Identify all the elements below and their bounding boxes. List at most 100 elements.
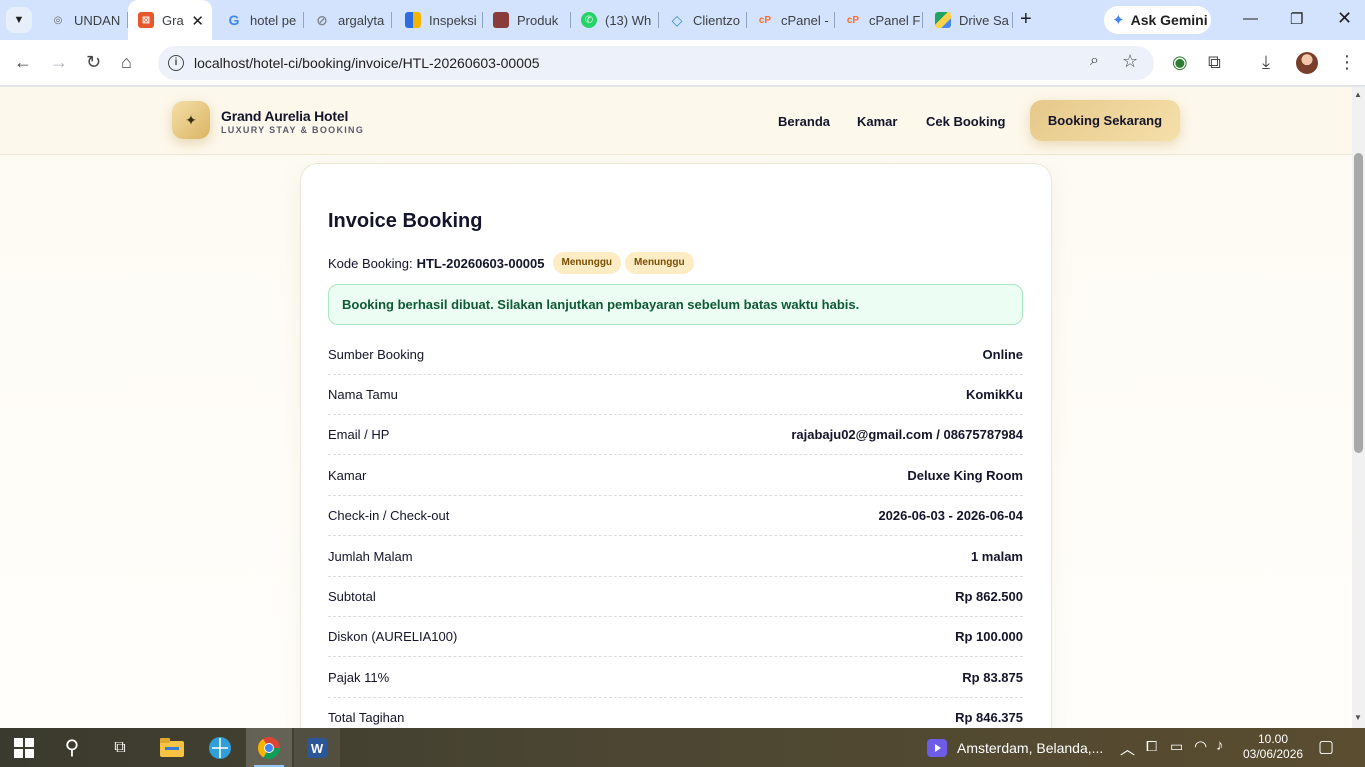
weather-location[interactable]: Amsterdam, Belanda,... (957, 740, 1103, 756)
tab-search-button[interactable]: ▼ (6, 7, 32, 33)
page-viewport: ✦ Grand Aurelia Hotel LUXURY STAY & BOOK… (0, 87, 1352, 728)
google-icon: G (228, 12, 240, 28)
search-icon[interactable]: ⚲ (48, 728, 96, 767)
tab-label: Drive Sa (959, 12, 1009, 28)
browser-tab-active[interactable]: ⊠ Gra ✕ (128, 0, 212, 40)
back-arrow-icon[interactable]: ← (14, 51, 32, 73)
browser-tab[interactable]: G hotel pe (216, 6, 304, 34)
meet-now-icon[interactable]: ⧠ (1146, 738, 1157, 755)
row-value: 1 malam (970, 549, 1023, 564)
battery-icon[interactable]: ▭ (1170, 738, 1183, 755)
clientzone-icon: ◇ (671, 11, 683, 28)
row-label: Subtotal (328, 589, 376, 604)
scroll-down-icon[interactable]: ▼ (1354, 713, 1362, 722)
reload-icon[interactable]: ↻ (86, 51, 101, 73)
invoice-row: Sumber Booking Online (328, 335, 1023, 375)
kebab-menu-icon[interactable]: ⋮ (1338, 51, 1356, 73)
tab-label: Gra (162, 12, 184, 28)
home-icon[interactable]: ⌂ (121, 51, 132, 73)
browser-tab[interactable]: ◎ UNDAN (40, 6, 128, 34)
close-icon[interactable]: ✕ (191, 12, 204, 30)
xampp-icon: ⊠ (138, 12, 154, 28)
notification-icon[interactable]: ▢ (1318, 737, 1334, 757)
wifi-icon[interactable]: ◠ (1194, 737, 1207, 755)
app-icon (493, 12, 509, 28)
booking-sekarang-button[interactable]: Booking Sekarang (1030, 100, 1180, 141)
nav-link-cek-booking[interactable]: Cek Booking (926, 114, 1005, 129)
clock-time: 10.00 (1257, 732, 1289, 746)
scroll-up-icon[interactable]: ▲ (1354, 90, 1362, 99)
word-icon[interactable]: W (294, 728, 340, 767)
windows-start-icon[interactable] (0, 728, 48, 767)
forward-arrow-icon[interactable]: → (50, 51, 68, 73)
browser-tab[interactable]: Inspeksi (395, 6, 483, 34)
restore-icon[interactable]: ❐ (1290, 10, 1303, 28)
row-value: Rp 846.375 (955, 710, 1023, 725)
invoice-row: Pajak 11% Rp 83.875 (328, 658, 1023, 698)
window-close-icon[interactable]: ✕ (1337, 8, 1352, 29)
row-value: Rp 83.875 (962, 670, 1023, 685)
row-label: Jumlah Malam (328, 549, 413, 564)
invoice-row-total: Total Tagihan Rp 846.375 (328, 698, 1023, 728)
browser-tab-strip: ▼ ◎ UNDAN ⊠ Gra ✕ G hotel pe ⊘ argalyta … (0, 0, 1365, 40)
minimize-icon[interactable]: — (1243, 10, 1258, 27)
row-label: Email / HP (328, 427, 390, 442)
browser-tab[interactable]: cP cPanel - (747, 6, 835, 34)
windows-taskbar: ⚲ ⧉ W Amsterdam, Belanda,... ︿ ⧠ ▭ ◠ ♪ 1… (0, 728, 1365, 767)
file-explorer-icon[interactable] (148, 728, 196, 767)
system-clock[interactable]: 10.00 03/06/2026 (1243, 732, 1303, 762)
row-value: Rp 862.500 (955, 589, 1023, 604)
tab-label: cPanel - (781, 12, 829, 28)
browser-tab[interactable]: ◇ Clientzo (659, 6, 747, 34)
nav-link-beranda[interactable]: Beranda (778, 114, 830, 129)
address-bar[interactable]: i localhost/hotel-ci/booking/invoice/HTL… (158, 46, 1154, 80)
svg-text:W: W (311, 741, 324, 756)
browser-tab[interactable]: Drive Sa (925, 6, 1013, 34)
whatsapp-icon: ✆ (581, 12, 597, 28)
zoom-magnifier-icon[interactable]: ⌕ (1090, 52, 1099, 70)
tab-label: argalyta (338, 12, 385, 28)
row-value: Deluxe King Room (907, 468, 1023, 483)
booking-code-value: HTL-20260603-00005 (416, 255, 545, 271)
nav-link-kamar[interactable]: Kamar (857, 114, 897, 129)
task-view-icon[interactable]: ⧉ (96, 728, 144, 767)
row-value: rajabaju02@gmail.com / 08675787984 (791, 427, 1023, 442)
tray-chevron-up-icon[interactable]: ︿ (1120, 738, 1135, 759)
browser-tab[interactable]: ✆ (13) Wh (571, 6, 659, 34)
new-tab-plus-icon[interactable]: + (1020, 8, 1032, 30)
invoice-row: Email / HP rajabaju02@gmail.com / 086757… (328, 415, 1023, 455)
row-label: Nama Tamu (328, 387, 398, 402)
app-globe-icon[interactable] (196, 728, 244, 767)
browser-tab[interactable]: ⊘ argalyta (304, 6, 392, 34)
page-scrollbar[interactable]: ▲ ▼ (1352, 87, 1365, 728)
brand-name[interactable]: Grand Aurelia Hotel (221, 108, 348, 124)
cpanel-icon: cP (758, 14, 772, 26)
extensions-puzzle-icon[interactable]: ⧉ (1208, 51, 1221, 73)
gemini-sparkle-icon: ✦ (1112, 12, 1125, 29)
site-header: ✦ Grand Aurelia Hotel LUXURY STAY & BOOK… (0, 87, 1352, 155)
ask-gemini-label: Ask Gemini (1130, 12, 1208, 28)
tab-label: Inspeksi (429, 12, 477, 28)
tab-label: cPanel F (869, 12, 921, 28)
weather-video-icon[interactable] (925, 728, 949, 767)
bookmark-star-icon[interactable]: ☆ (1122, 51, 1138, 72)
globe-icon: ⊘ (316, 11, 328, 28)
site-info-icon[interactable]: i (168, 55, 184, 71)
browser-tab[interactable]: Produk (483, 6, 571, 34)
extension-globe-icon[interactable]: ◉ (1172, 51, 1188, 73)
chrome-taskbar-icon[interactable] (246, 728, 292, 767)
download-icon[interactable]: ⤓ (1262, 51, 1270, 73)
profile-avatar[interactable] (1296, 52, 1318, 74)
tab-label: Produk (517, 12, 559, 28)
browser-tab[interactable]: cP cPanel F (835, 6, 923, 34)
invoice-row: Subtotal Rp 862.500 (328, 577, 1023, 617)
row-value: 2026-06-03 - 2026-06-04 (878, 508, 1023, 523)
logo-sparkle-icon[interactable]: ✦ (172, 101, 210, 139)
booking-code-label: Kode Booking: (328, 255, 413, 271)
clock-date: 03/06/2026 (1243, 747, 1304, 761)
speaker-icon[interactable]: ♪ (1216, 737, 1224, 754)
invoice-row: Check-in / Check-out 2026-06-03 - 2026-0… (328, 496, 1023, 536)
scrollbar-thumb[interactable] (1354, 153, 1363, 453)
url-text[interactable]: localhost/hotel-ci/booking/invoice/HTL-2… (194, 55, 540, 71)
ask-gemini-button[interactable]: ✦ Ask Gemini (1104, 6, 1211, 34)
